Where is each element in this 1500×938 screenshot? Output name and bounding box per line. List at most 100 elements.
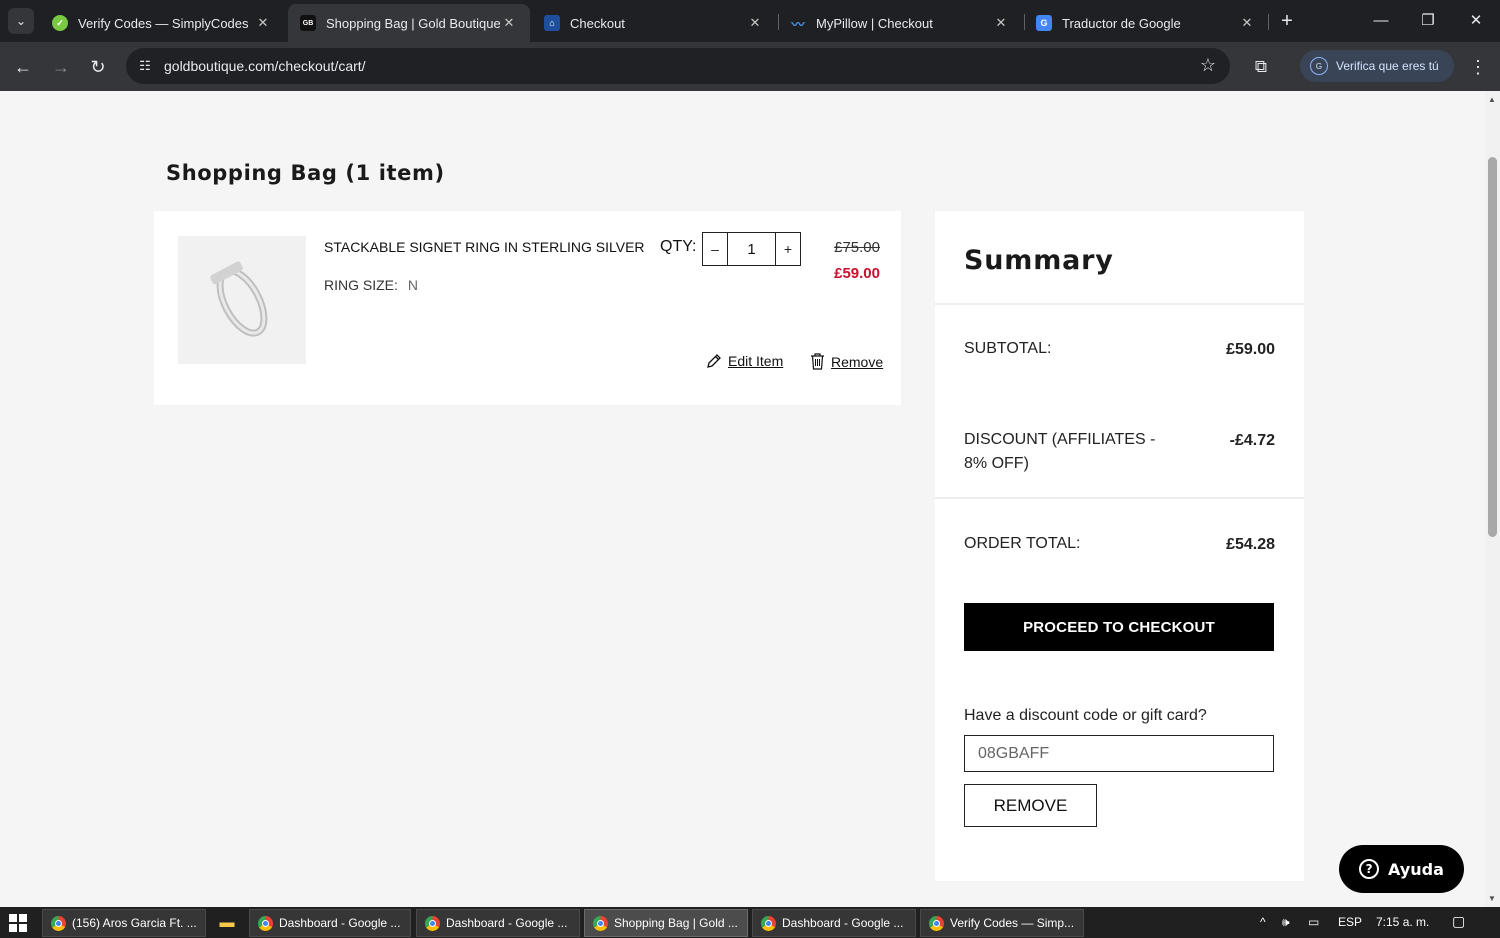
minimize-icon[interactable]: — (1366, 8, 1396, 34)
taskbar-item[interactable]: Dashboard - Google ... (752, 909, 916, 937)
qty-decrease-button[interactable]: – (703, 233, 727, 265)
tab-shopping-bag[interactable]: GB Shopping Bag | Gold Boutique ✕ (288, 4, 530, 42)
remove-discount-button[interactable]: REMOVE (964, 784, 1097, 827)
ring-size: RING SIZE: N (324, 277, 418, 293)
address-bar[interactable]: ☷ goldboutique.com/checkout/cart/ ☆ (126, 48, 1230, 84)
quantity-stepper: – 1 + (702, 232, 801, 266)
language-indicator[interactable]: ESP (1338, 915, 1362, 929)
chrome-icon (929, 915, 944, 931)
restore-icon[interactable]: ❐ (1413, 8, 1443, 34)
taskbar-item-label: (156) Aros Garcia Ft. ... (72, 916, 197, 930)
new-tab-plus-icon[interactable]: + (1276, 10, 1298, 32)
order-total-value: £54.28 (1226, 536, 1275, 553)
url-text[interactable]: goldboutique.com/checkout/cart/ (164, 58, 366, 74)
browser-toolbar: ← → ↻ ☷ goldboutique.com/checkout/cart/ … (0, 42, 1500, 91)
close-icon[interactable]: ✕ (1238, 15, 1256, 31)
taskbar-item-label: Dashboard - Google ... (446, 916, 568, 930)
close-icon[interactable]: ✕ (746, 15, 764, 31)
tab-separator (1268, 14, 1269, 30)
proceed-to-checkout-button[interactable]: PROCEED TO CHECKOUT (964, 603, 1274, 651)
browser-menu-kebab-icon[interactable]: ⋮ (1466, 54, 1490, 80)
tab-google-translate[interactable]: G Traductor de Google ✕ (1024, 4, 1268, 42)
sale-price: £59.00 (834, 265, 880, 282)
qty-label: QTY: (660, 238, 697, 255)
google-translate-favicon-icon: G (1036, 15, 1052, 31)
scroll-thumb[interactable] (1488, 157, 1497, 537)
chrome-icon (51, 915, 66, 931)
tab-verify-codes[interactable]: ✓ Verify Codes — SimplyCodes ✕ (40, 4, 284, 42)
file-explorer-folder-icon[interactable]: ▬ (216, 913, 238, 931)
chrome-icon (761, 915, 776, 931)
discount-value: -£4.72 (1229, 432, 1275, 449)
browser-tab-strip: ⌄ ✓ Verify Codes — SimplyCodes ✕ GB Shop… (0, 0, 1500, 42)
taskbar-item[interactable]: (156) Aros Garcia Ft. ... (42, 909, 206, 937)
site-settings-icon[interactable]: ☷ (136, 57, 154, 75)
page-scrollbar[interactable]: ▲ ▼ (1485, 91, 1500, 907)
ring-size-label: RING SIZE: (324, 277, 398, 293)
tray-chevron-up-icon[interactable]: ^ (1260, 915, 1266, 929)
mypillow-favicon-icon: 〰 (791, 16, 805, 32)
network-icon[interactable]: ▭ (1308, 915, 1319, 929)
reload-icon[interactable]: ↻ (85, 54, 111, 80)
tab-title: MyPillow | Checkout (816, 15, 933, 31)
tab-mypillow[interactable]: 〰 MyPillow | Checkout ✕ (778, 4, 1022, 42)
windows-start-icon[interactable] (9, 914, 27, 932)
taskbar-item-active[interactable]: Shopping Bag | Gold ... (584, 909, 748, 937)
taskbar-item[interactable]: Dashboard - Google ... (416, 909, 580, 937)
profile-verify-label: Verifica que eres tú (1336, 59, 1439, 73)
clock[interactable]: 7:15 a. m. (1376, 915, 1429, 929)
cart-item-card: STACKABLE SIGNET RING IN STERLING SILVER… (154, 211, 901, 405)
summary-title: Summary (964, 245, 1114, 276)
google-account-icon: G (1310, 57, 1328, 75)
trash-icon (811, 353, 824, 370)
help-chat-button[interactable]: ? Ayuda (1339, 845, 1464, 893)
chrome-icon (593, 915, 608, 931)
discount-label: DISCOUNT (AFFILIATES - 8% OFF) (964, 431, 1156, 472)
order-total-label: ORDER TOTAL: (964, 535, 1081, 552)
scroll-down-arrow-icon[interactable]: ▼ (1488, 894, 1496, 903)
tab-search-button[interactable]: ⌄ (8, 8, 34, 34)
tab-title: Shopping Bag | Gold Boutique (326, 15, 500, 31)
back-arrow-icon[interactable]: ← (10, 54, 36, 80)
gold-boutique-favicon-icon: GB (300, 15, 316, 31)
profile-verify-button[interactable]: G Verifica que eres tú (1300, 50, 1454, 82)
original-price: £75.00 (834, 239, 880, 256)
question-mark-icon: ? (1359, 859, 1380, 879)
ring-size-value: N (407, 277, 419, 293)
taskbar-item[interactable]: Verify Codes — Simp... (920, 909, 1084, 937)
page-title: Shopping Bag (1 item) (166, 161, 445, 185)
taskbar-item-label: Verify Codes — Simp... (950, 916, 1075, 930)
taskbar-item[interactable]: Dashboard - Google ... (249, 909, 411, 937)
close-icon[interactable]: ✕ (992, 15, 1010, 31)
taskbar-item-label: Dashboard - Google ... (782, 916, 904, 930)
forward-arrow-icon[interactable]: → (48, 54, 74, 80)
chrome-icon (425, 915, 440, 931)
taskbar-item-label: Shopping Bag | Gold ... (614, 916, 738, 930)
qty-increase-button[interactable]: + (776, 233, 800, 265)
discount-code-question: Have a discount code or gift card? (964, 707, 1207, 724)
pencil-icon (707, 354, 721, 368)
close-icon[interactable]: ✕ (500, 15, 518, 31)
close-icon[interactable]: ✕ (254, 15, 272, 31)
qty-input[interactable]: 1 (727, 233, 776, 265)
subtotal-label: SUBTOTAL: (964, 340, 1052, 357)
edit-item-link[interactable]: Edit Item (706, 353, 783, 369)
simplycodes-favicon-icon: ✓ (52, 15, 68, 31)
notifications-icon[interactable]: ▢ (1452, 913, 1465, 930)
scroll-up-arrow-icon[interactable]: ▲ (1488, 95, 1496, 104)
volume-icon[interactable]: 🕪 (1282, 915, 1290, 930)
discount-code-input[interactable] (964, 735, 1274, 772)
ring-image-icon (210, 261, 268, 337)
page-viewport: Shopping Bag (1 item) STACKABLE SIGNET R… (0, 91, 1485, 907)
extensions-puzzle-icon[interactable]: ⧉ (1248, 54, 1274, 80)
order-summary-panel: Summary SUBTOTAL: £59.00 DISCOUNT (AFFIL… (935, 211, 1304, 881)
product-thumbnail[interactable] (178, 236, 306, 364)
divider (935, 497, 1304, 499)
product-name[interactable]: STACKABLE SIGNET RING IN STERLING SILVER (324, 239, 645, 255)
window-close-icon[interactable]: ✕ (1461, 8, 1491, 34)
remove-item-link[interactable]: Remove (810, 353, 883, 370)
tab-checkout[interactable]: ⌂ Checkout ✕ (532, 4, 776, 42)
tab-title: Traductor de Google (1062, 15, 1181, 31)
bookmark-star-icon[interactable]: ☆ (1200, 55, 1216, 76)
tab-title: Verify Codes — SimplyCodes (78, 15, 249, 31)
